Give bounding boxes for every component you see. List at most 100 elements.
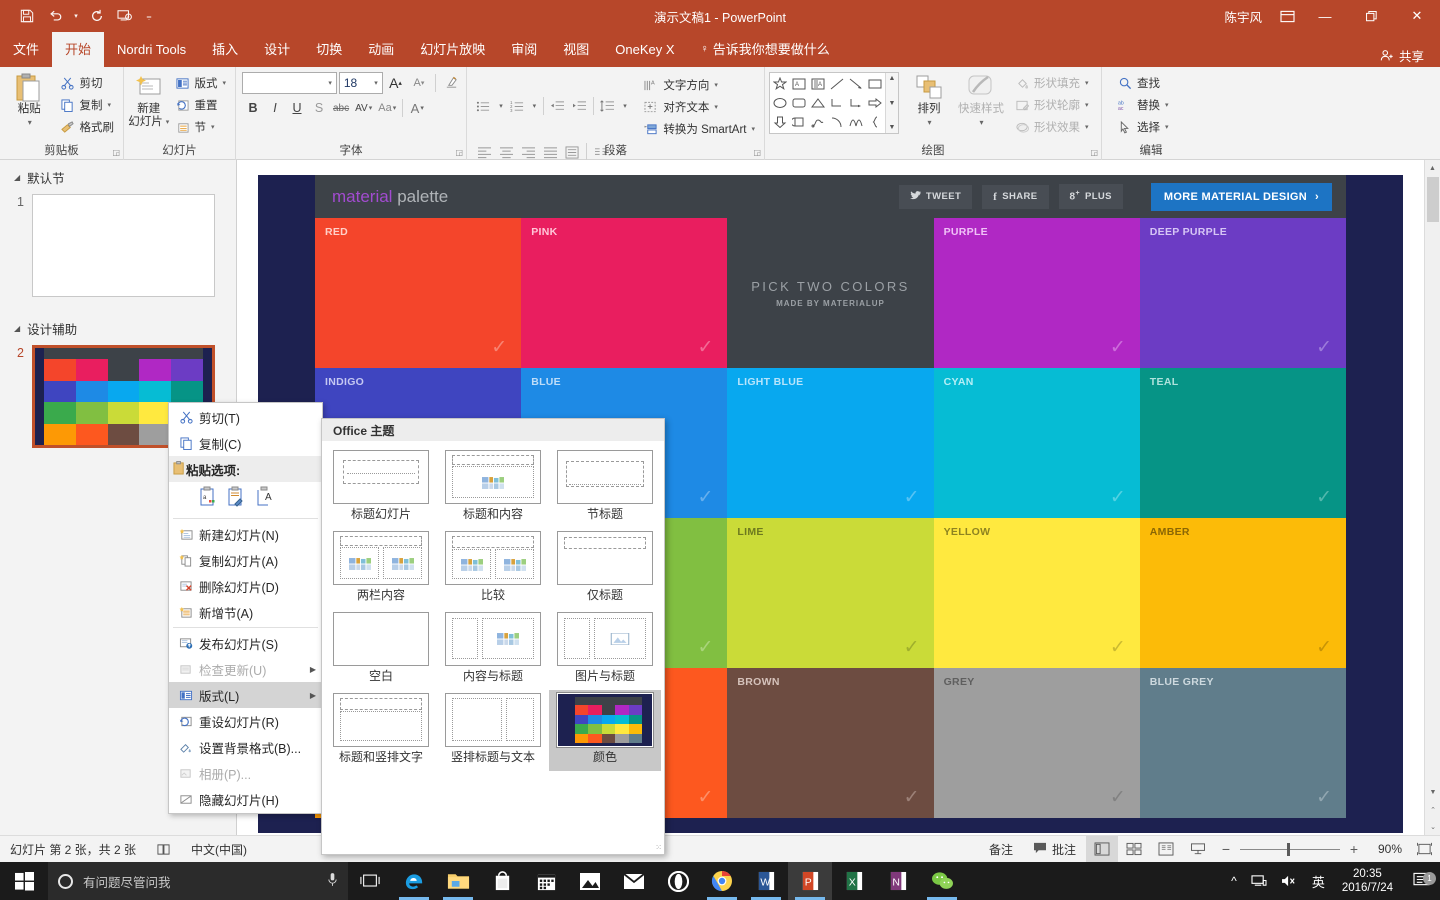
- ime-indicator[interactable]: 英: [1305, 872, 1332, 891]
- close-button[interactable]: ✕: [1394, 0, 1440, 32]
- context-menu-check-updates[interactable]: 检查更新(U) ▶: [169, 656, 322, 682]
- change-case-button[interactable]: Aa▾: [375, 97, 399, 119]
- shape-elbow-connector-icon[interactable]: [828, 93, 847, 112]
- context-menu-cut[interactable]: 剪切(T): [169, 404, 322, 430]
- volume-muted-icon[interactable]: [1274, 874, 1305, 888]
- paste-options-row[interactable]: a A: [169, 482, 322, 516]
- tab-transitions[interactable]: 切换: [303, 32, 355, 67]
- start-slideshow-icon[interactable]: [112, 4, 138, 28]
- font-size-input[interactable]: 18▾: [339, 72, 383, 94]
- shape-pentagon-icon[interactable]: [790, 113, 809, 132]
- zoom-in-button[interactable]: +: [1348, 841, 1360, 857]
- increase-font-size-button[interactable]: A▴: [385, 72, 406, 94]
- scroll-down-icon[interactable]: ▼: [1425, 784, 1440, 801]
- shape-rectangle-icon[interactable]: [865, 74, 884, 93]
- layout-option[interactable]: 比较: [437, 528, 549, 609]
- normal-view-icon[interactable]: [1086, 836, 1118, 863]
- context-menu-duplicate-slide[interactable]: 复制幻灯片(A): [169, 547, 322, 573]
- collapse-triangle-icon-2[interactable]: ◢: [14, 324, 20, 333]
- shape-ellipse-icon[interactable]: [771, 93, 790, 112]
- accessibility-icon[interactable]: [146, 836, 181, 863]
- replace-button[interactable]: abac 替换▾: [1112, 94, 1174, 116]
- palette-swatch[interactable]: PINK✓: [521, 218, 727, 368]
- character-spacing-button[interactable]: AV▾: [352, 97, 375, 119]
- palette-swatch[interactable]: RED✓: [315, 218, 521, 368]
- tab-slideshow[interactable]: 幻灯片放映: [407, 32, 498, 67]
- palette-swatch[interactable]: BROWN✓: [727, 668, 933, 818]
- shape-freeform-icon[interactable]: [809, 113, 828, 132]
- comments-button[interactable]: 批注: [1023, 836, 1086, 863]
- layout-option[interactable]: 颜色: [549, 690, 661, 771]
- section-button[interactable]: 节 ▾: [169, 116, 231, 138]
- bold-button[interactable]: B: [242, 97, 264, 119]
- collapse-triangle-icon[interactable]: ◢: [14, 173, 20, 182]
- drawing-dialog-launcher[interactable]: ◲: [1090, 148, 1098, 157]
- line-spacing-icon[interactable]: [597, 95, 619, 117]
- slideshow-icon[interactable]: [1182, 836, 1214, 863]
- zoom-level[interactable]: 90%: [1366, 842, 1408, 856]
- shapes-scroll-down-icon[interactable]: ▼: [889, 100, 896, 107]
- convert-smartart-button[interactable]: 转换为 SmartArt▾: [638, 118, 760, 140]
- network-icon[interactable]: [1244, 874, 1274, 888]
- share-button[interactable]: 共享: [1372, 43, 1432, 67]
- thumbnail-row-1[interactable]: 1: [0, 191, 236, 297]
- file-explorer-icon[interactable]: [436, 862, 480, 900]
- shape-vertical-textbox-icon[interactable]: A: [809, 74, 828, 93]
- tab-view[interactable]: 视图: [550, 32, 602, 67]
- paste-button[interactable]: 粘贴 ▾: [4, 70, 55, 129]
- zoom-slider[interactable]: − +: [1214, 841, 1366, 857]
- shape-curve-icon[interactable]: [846, 113, 865, 132]
- slide-sorter-icon[interactable]: [1118, 836, 1150, 863]
- excel-icon[interactable]: X: [832, 862, 876, 900]
- context-menu-reset-slide[interactable]: 重设幻灯片(R): [169, 708, 322, 734]
- tab-insert[interactable]: 插入: [199, 32, 251, 67]
- cut-button[interactable]: 剪切: [55, 72, 120, 94]
- tab-onekey-x[interactable]: OneKey X: [602, 32, 687, 67]
- font-dialog-launcher[interactable]: ◲: [455, 148, 463, 157]
- store-icon[interactable]: [480, 862, 524, 900]
- layout-option[interactable]: 标题和竖排文字: [325, 690, 437, 771]
- palette-swatch[interactable]: CYAN✓: [934, 368, 1140, 518]
- context-menu-hide-slide[interactable]: 隐藏幻灯片(H): [169, 786, 322, 812]
- context-menu-layout[interactable]: 版式(L) ▶: [169, 682, 322, 708]
- paste-keep-formatting-icon[interactable]: a: [199, 486, 219, 510]
- slide-vertical-scrollbar[interactable]: ▲ ▼ ⌃ ⌄: [1424, 160, 1440, 835]
- slide-thumbnail-1[interactable]: [32, 194, 215, 297]
- palette-swatch[interactable]: TEAL✓: [1140, 368, 1346, 518]
- layout-gallery[interactable]: 标题幻灯片 标题和内容节标题 两栏内容 比较仅标题空白 内容与标题图片与: [322, 441, 664, 771]
- shape-rounded-rect-icon[interactable]: [790, 93, 809, 112]
- shapes-more-icon[interactable]: ▼: [889, 124, 896, 131]
- tab-design[interactable]: 设计: [251, 32, 303, 67]
- reset-button[interactable]: 重置: [169, 94, 231, 116]
- format-painter-button[interactable]: 格式刷: [55, 116, 120, 138]
- layout-option[interactable]: 竖排标题与文本: [437, 690, 549, 771]
- shape-elbow-arrow-icon[interactable]: [846, 93, 865, 112]
- numbering-dropdown-icon[interactable]: ▾: [528, 95, 540, 117]
- slide-context-menu[interactable]: 剪切(T) 复制(C) 粘贴选项: a A 新建幻灯片(N) 复制幻灯片(A) …: [168, 402, 323, 814]
- action-center-icon[interactable]: 1: [1403, 872, 1440, 890]
- paste-text-only-icon[interactable]: A: [255, 486, 275, 510]
- undo-dropdown-icon[interactable]: ▾: [70, 4, 82, 28]
- bullets-icon[interactable]: [473, 95, 495, 117]
- scrollbar-thumb[interactable]: [1427, 177, 1439, 222]
- shape-effects-button[interactable]: 形状效果▾: [1009, 116, 1094, 138]
- notes-button[interactable]: 备注: [979, 836, 1023, 863]
- context-menu-new-slide[interactable]: 新建幻灯片(N): [169, 521, 322, 547]
- italic-button[interactable]: I: [264, 97, 286, 119]
- more-material-design-button[interactable]: MORE MATERIAL DESIGN ›: [1151, 183, 1332, 211]
- line-spacing-dropdown-icon[interactable]: ▾: [619, 95, 631, 117]
- align-text-button[interactable]: 对齐文本▾: [638, 96, 760, 118]
- fit-slide-icon[interactable]: [1408, 836, 1440, 863]
- palette-swatch[interactable]: YELLOW✓: [934, 518, 1140, 668]
- save-icon[interactable]: [14, 4, 40, 28]
- scroll-up-icon[interactable]: ▲: [1425, 160, 1440, 177]
- section-dropdown-icon[interactable]: ▾: [211, 123, 215, 131]
- zoom-out-button[interactable]: −: [1220, 841, 1232, 857]
- chrome-icon[interactable]: [700, 862, 744, 900]
- palette-swatch[interactable]: LIME✓: [727, 518, 933, 668]
- context-menu-add-section[interactable]: 新增节(A): [169, 599, 322, 625]
- powerpoint-icon[interactable]: P: [788, 862, 832, 900]
- layout-option[interactable]: 空白: [325, 609, 437, 690]
- copy-button[interactable]: 复制 ▾: [55, 94, 120, 116]
- zoom-track[interactable]: [1240, 849, 1340, 850]
